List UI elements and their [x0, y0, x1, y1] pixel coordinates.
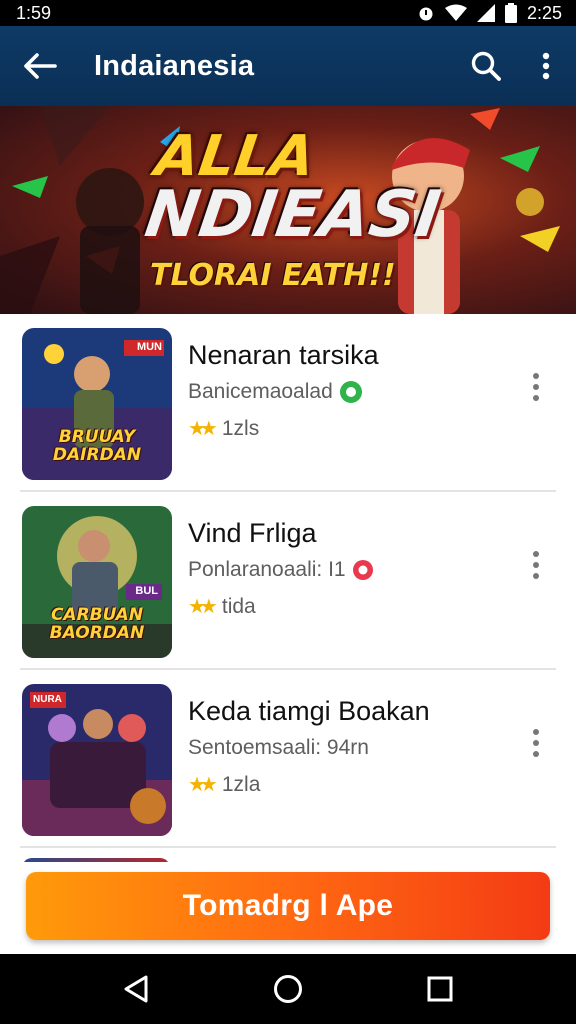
item-more-button[interactable]	[516, 362, 556, 412]
back-button[interactable]	[0, 26, 80, 106]
thumbnail-caption-line-2: DAIRDAN	[52, 445, 142, 465]
more-vertical-icon	[533, 729, 539, 757]
item-rating: ★★ 1zls	[188, 416, 259, 441]
primary-cta-button[interactable]: Tomadrg l Ape	[26, 872, 550, 940]
list-item[interactable]: NURA Keda tiamgi Boakan Sentoemsaali: 94…	[20, 670, 556, 848]
item-subtitle: Banicemaoalad	[188, 380, 363, 404]
star-icon: ★★	[188, 418, 218, 440]
nav-back-icon	[124, 975, 148, 1003]
nav-home-button[interactable]	[258, 959, 318, 1019]
more-vertical-icon	[542, 52, 550, 80]
thumbnail-caption-line-2: BAORDAN	[49, 623, 145, 643]
battery-icon	[504, 3, 517, 23]
search-button[interactable]	[456, 26, 516, 106]
item-title: Keda tiamgi Boakan	[188, 696, 430, 726]
item-subtitle-text: Ponlaranoaali: I1	[188, 558, 346, 581]
system-nav-bar	[0, 954, 576, 1024]
app-thumbnail: MUN BRUUAY DAIRDAN	[22, 328, 172, 480]
star-icon: ★★	[188, 774, 218, 796]
item-subtitle: Sentoemsaali: 94rn	[188, 736, 369, 760]
star-icon: ★★	[188, 596, 218, 618]
thumbnail-art	[22, 684, 172, 836]
item-more-button[interactable]	[516, 540, 556, 590]
signal-icon	[476, 4, 495, 22]
page-title: Indaianesia	[94, 49, 255, 82]
thumbnail-caption: CARBUAN BAORDAN	[22, 606, 172, 642]
app-thumbnail: BUL CARBUAN BAORDAN	[22, 506, 172, 658]
banner-title-line-2: NDIEASI	[140, 178, 445, 252]
item-rating: ★★ 1zla	[188, 772, 260, 797]
nav-recents-icon	[427, 976, 453, 1002]
status-bar: 1:59 2:25	[0, 0, 576, 26]
app-thumbnail: NURA	[22, 684, 172, 836]
list-item[interactable]: MUN BRUUAY DAIRDAN Nenaran tarsika Banic…	[20, 314, 556, 492]
thumbnail-badge: NURA	[33, 694, 62, 705]
rating-text: 1zla	[221, 772, 261, 796]
nav-back-button[interactable]	[106, 959, 166, 1019]
list-item[interactable]: BUL CARBUAN BAORDAN Vind Frliga Ponlaran…	[20, 492, 556, 670]
status-time: 1:59	[16, 2, 52, 23]
app-list: MUN BRUUAY DAIRDAN Nenaran tarsika Banic…	[0, 314, 576, 848]
status-right-time: 2:25	[526, 2, 562, 23]
nav-home-icon	[274, 975, 302, 1003]
item-subtitle: Ponlaranoaali: I1	[188, 558, 374, 582]
cta-container: Tomadrg l Ape	[0, 862, 576, 954]
rating-text: 1zls	[221, 416, 260, 440]
more-vertical-icon	[533, 373, 539, 401]
status-icons: 2:25	[417, 3, 562, 24]
item-more-button[interactable]	[516, 718, 556, 768]
badge-icon	[352, 560, 373, 580]
app-bar: Indaianesia	[0, 26, 576, 106]
more-vertical-icon	[533, 551, 539, 579]
wifi-icon	[444, 4, 467, 21]
nav-recents-button[interactable]	[410, 959, 470, 1019]
thumbnail-badge: BUL	[135, 585, 158, 597]
item-subtitle-text: Sentoemsaali: 94rn	[188, 736, 369, 759]
overflow-menu-button[interactable]	[516, 26, 576, 106]
app-screen: 1:59 2:25 Indaianesia ALLA NDIEASI TLORA…	[0, 0, 576, 1024]
rating-text: tida	[221, 594, 256, 618]
thumbnail-caption-line-1: BRUUAY	[58, 427, 136, 447]
verified-badge-icon	[339, 381, 362, 403]
item-title: Nenaran tarsika	[188, 340, 379, 370]
thumbnail-caption: BRUUAY DAIRDAN	[22, 428, 172, 464]
thumbnail-caption-line-1: CARBUAN	[50, 605, 144, 625]
alarm-icon	[419, 7, 433, 21]
item-rating: ★★ tida	[188, 594, 256, 619]
banner-subtitle: TLORAI EATH!!	[150, 258, 396, 293]
arrow-left-icon	[24, 53, 57, 79]
item-subtitle-text: Banicemaoalad	[188, 380, 333, 403]
item-title: Vind Frliga	[188, 518, 317, 548]
promo-banner[interactable]: ALLA NDIEASI TLORAI EATH!!	[0, 106, 576, 314]
search-icon	[471, 51, 501, 81]
thumbnail-badge: MUN	[136, 341, 162, 353]
